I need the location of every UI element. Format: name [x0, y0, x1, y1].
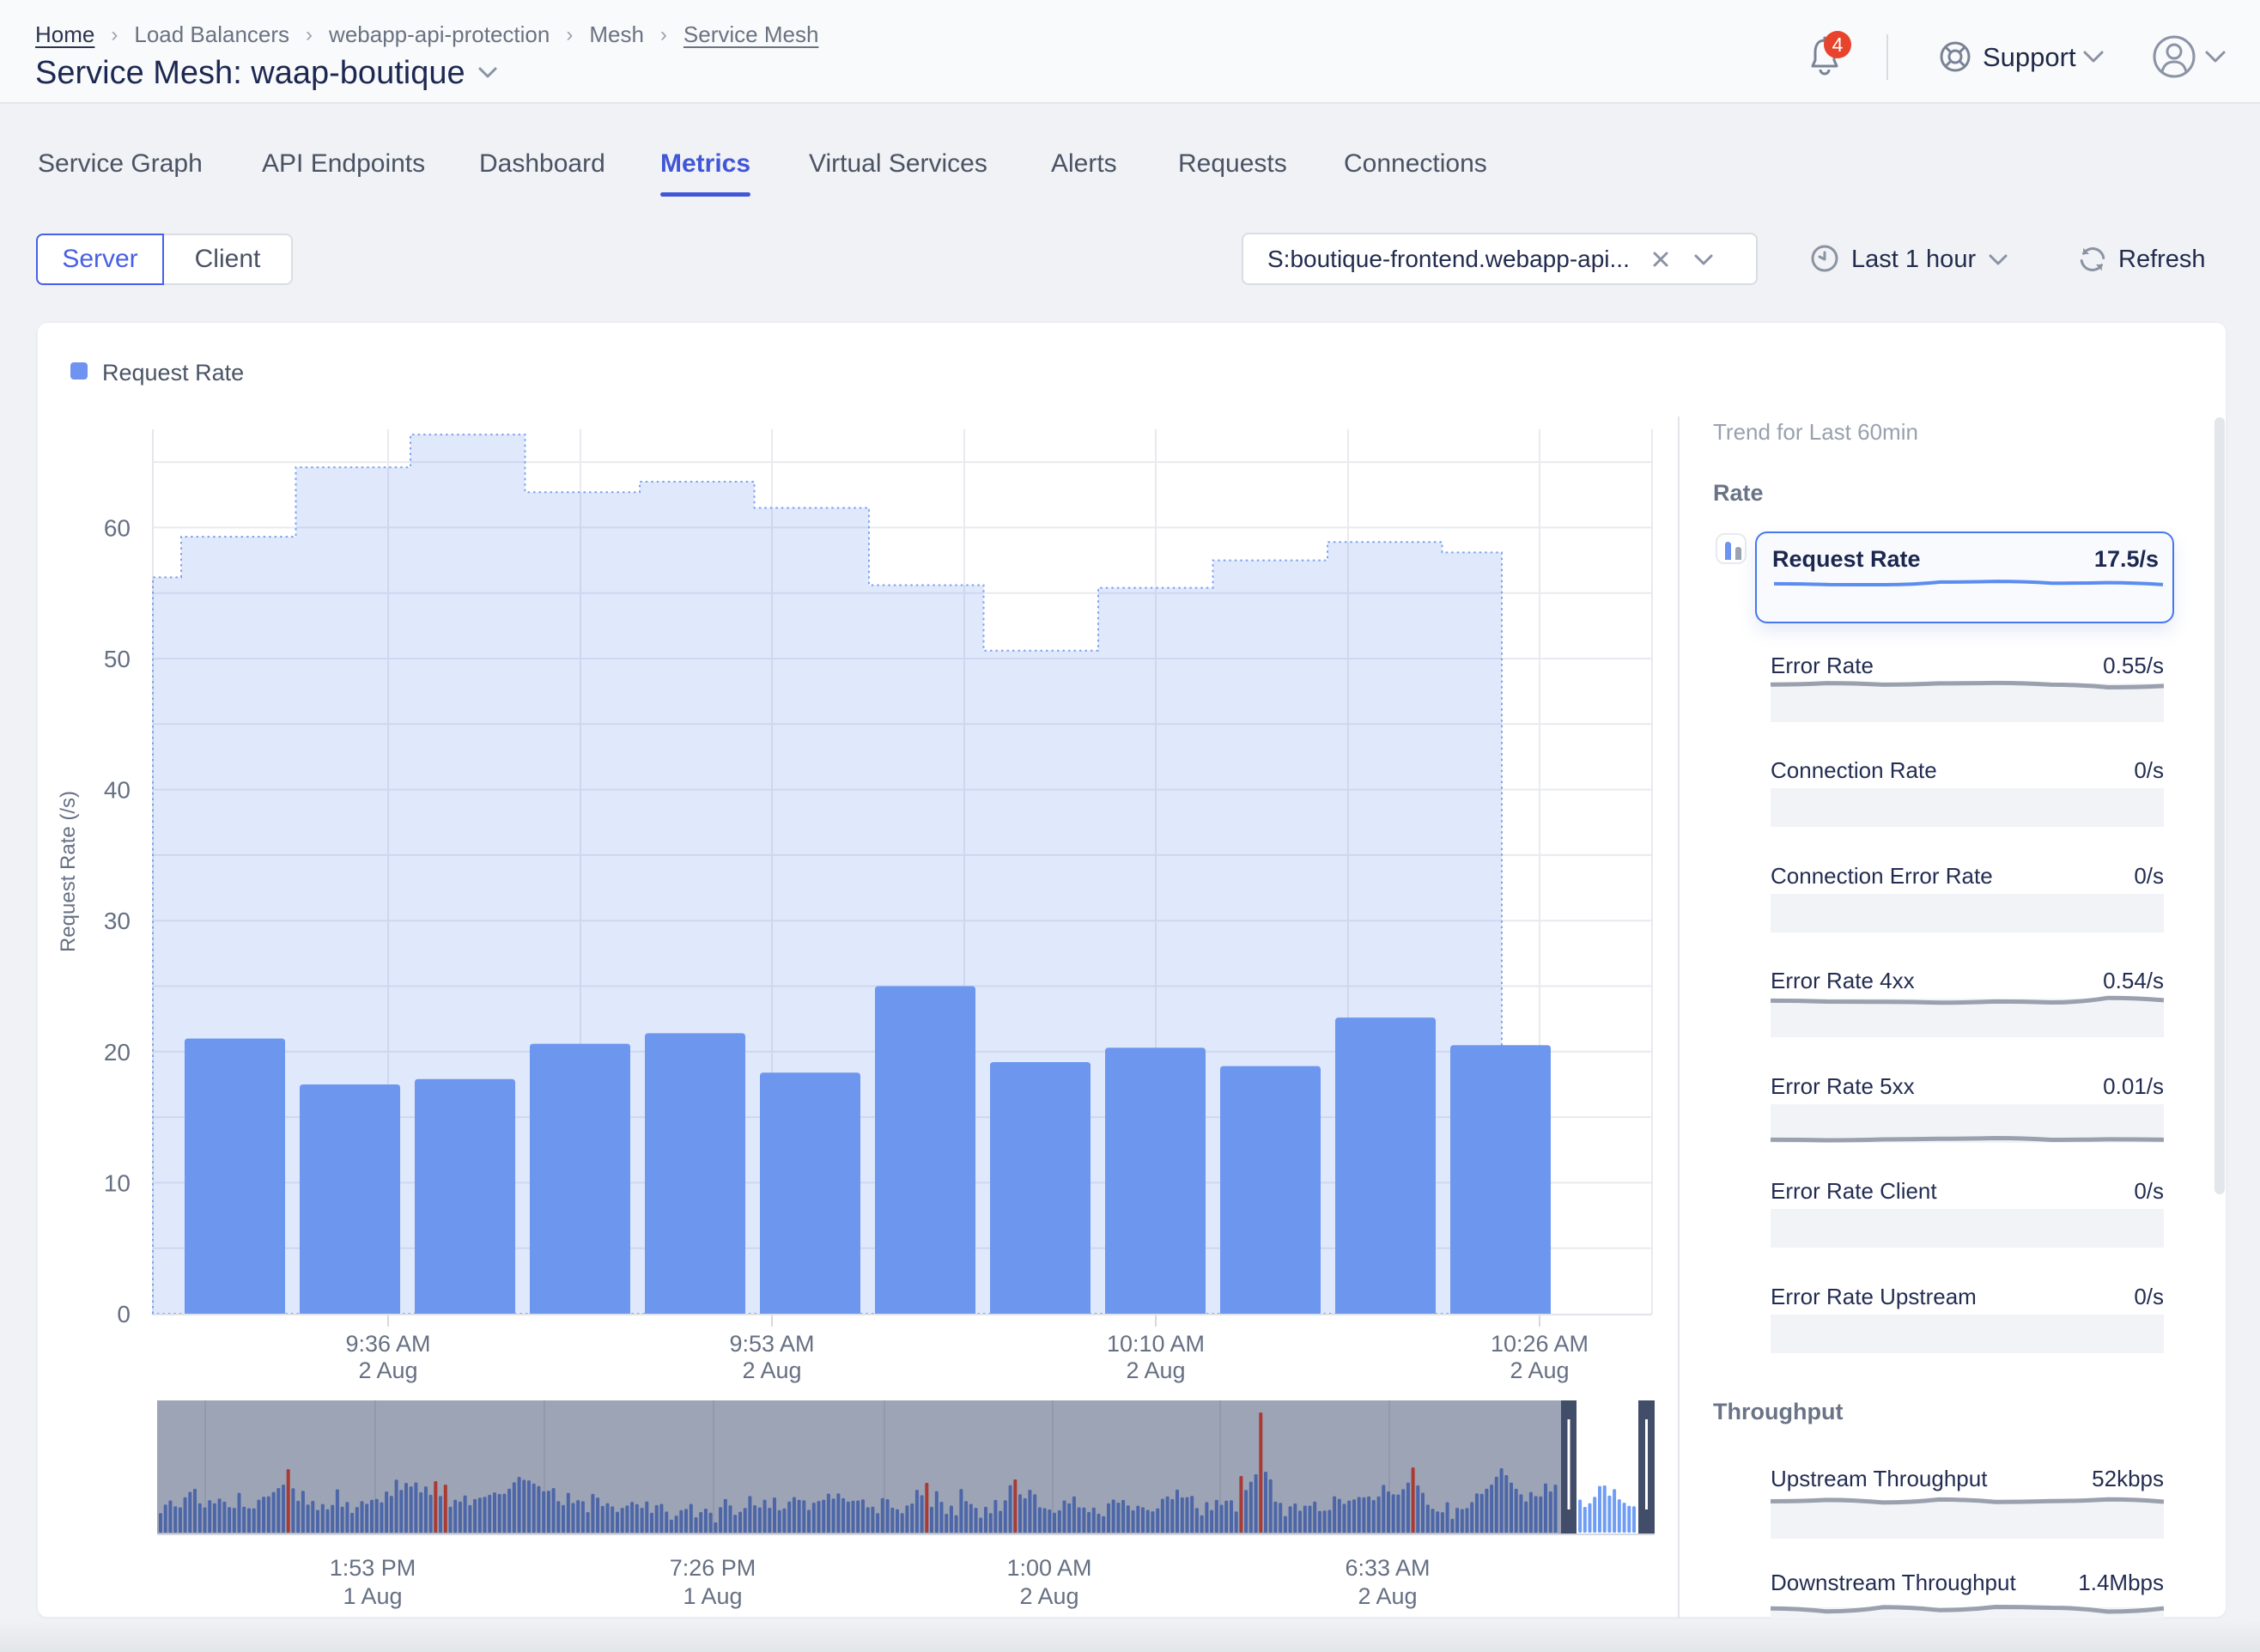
svg-text:20: 20 [104, 1039, 131, 1066]
svg-text:60: 60 [104, 514, 131, 541]
svg-text:1 Aug: 1 Aug [343, 1583, 402, 1609]
svg-text:4: 4 [1832, 33, 1844, 56]
svg-text:9:36 AM: 9:36 AM [345, 1331, 430, 1357]
svg-text:9:53 AM: 9:53 AM [729, 1331, 814, 1357]
svg-text:2 Aug: 2 Aug [1126, 1357, 1185, 1383]
svg-text:50: 50 [104, 646, 131, 672]
svg-text:0: 0 [117, 1301, 131, 1327]
svg-text:40: 40 [104, 777, 131, 804]
svg-text:2 Aug: 2 Aug [358, 1357, 417, 1383]
svg-text:1:00 AM: 1:00 AM [1006, 1555, 1091, 1581]
svg-text:10:10 AM: 10:10 AM [1107, 1331, 1205, 1357]
svg-text:2 Aug: 2 Aug [1510, 1357, 1569, 1383]
svg-text:2 Aug: 2 Aug [742, 1357, 801, 1383]
svg-text:30: 30 [104, 908, 131, 934]
svg-text:Request Rate (/s): Request Rate (/s) [57, 791, 80, 952]
svg-text:1 Aug: 1 Aug [683, 1583, 742, 1609]
svg-text:1:53 PM: 1:53 PM [330, 1555, 416, 1581]
svg-text:Support: Support [1983, 42, 2076, 72]
svg-text:10: 10 [104, 1169, 131, 1196]
svg-text:7:26 PM: 7:26 PM [670, 1555, 756, 1581]
svg-text:2 Aug: 2 Aug [1019, 1583, 1078, 1609]
svg-text:2 Aug: 2 Aug [1358, 1583, 1417, 1609]
svg-text:6:33 AM: 6:33 AM [1345, 1555, 1430, 1581]
svg-text:10:26 AM: 10:26 AM [1491, 1331, 1589, 1357]
